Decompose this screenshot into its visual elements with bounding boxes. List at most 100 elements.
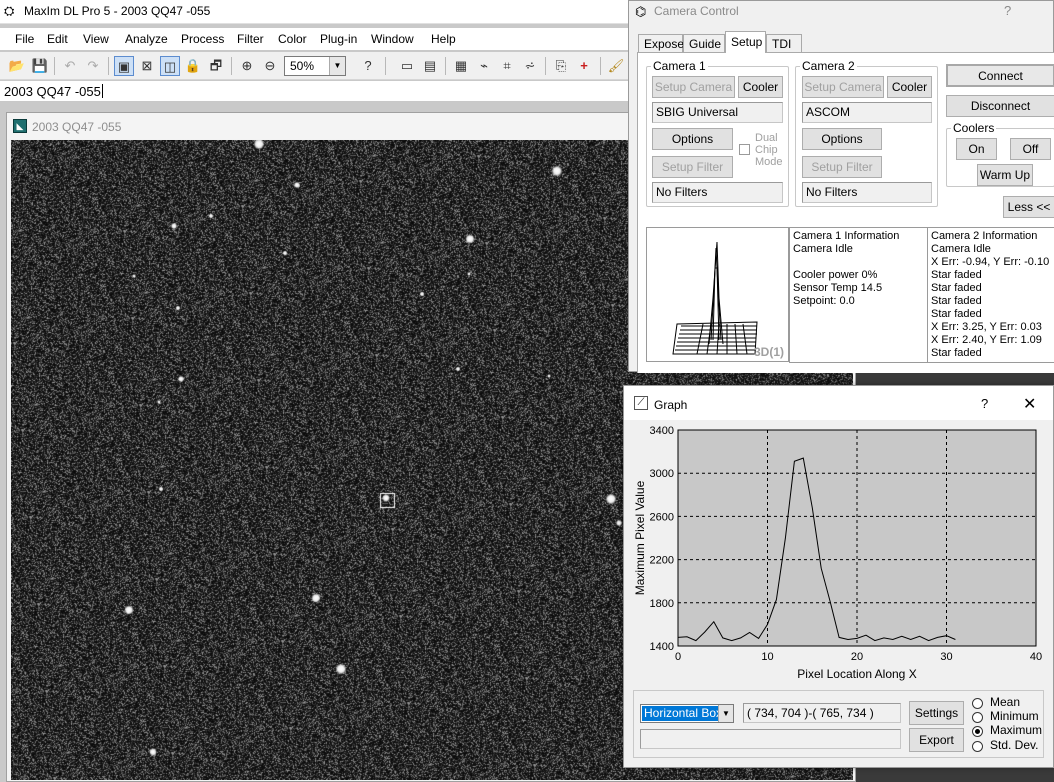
- zoom-dropdown[interactable]: 50% ▼: [284, 56, 346, 76]
- chevron-down-icon: ▼: [329, 57, 345, 75]
- camera2-info-box: Camera 2 Information Camera Idle X Err: …: [927, 227, 1054, 363]
- stat-maximum-label: Maximum: [990, 723, 1043, 737]
- ruler-icon[interactable]: ▭: [397, 56, 417, 76]
- camera2-setup-camera-button[interactable]: Setup Camera: [802, 76, 884, 98]
- camera2-setup-filter-button[interactable]: Setup Filter: [802, 156, 882, 178]
- warm-up-button[interactable]: Warm Up: [977, 164, 1033, 186]
- tab-expose[interactable]: Expose: [638, 34, 684, 53]
- star-3d-preview[interactable]: 3D(1): [646, 227, 789, 362]
- x-tick-label: 0: [675, 651, 681, 663]
- tab-guide[interactable]: Guide: [683, 34, 725, 53]
- camera2-filters-field[interactable]: No Filters: [802, 182, 932, 203]
- camera1-options-button[interactable]: Options: [652, 128, 733, 150]
- zoom-in-icon[interactable]: ⊕: [237, 56, 257, 76]
- camera-control-window: ⌬ Camera Control ? Expose Guide Setup TD…: [628, 0, 1054, 373]
- tab-tdi[interactable]: TDI: [766, 34, 802, 53]
- camera1-setup-filter-button[interactable]: Setup Filter: [652, 156, 733, 178]
- coolers-legend: Coolers: [953, 121, 995, 135]
- coolers-off-button[interactable]: Off: [1010, 138, 1051, 160]
- mode-dropdown[interactable]: Horizontal Box ▼: [640, 704, 734, 723]
- connect-button[interactable]: Connect: [946, 64, 1054, 87]
- image-window-title: 2003 QQ47 -055: [32, 120, 122, 134]
- menu-view[interactable]: View: [83, 32, 109, 46]
- menu-window[interactable]: Window: [371, 32, 414, 46]
- disconnect-button[interactable]: Disconnect: [946, 95, 1054, 117]
- open-folder-icon[interactable]: 📂: [7, 56, 27, 76]
- camera2-model-field[interactable]: ASCOM: [802, 102, 932, 123]
- camera1-setup-camera-button[interactable]: Setup Camera: [652, 76, 735, 98]
- camera1-model-field[interactable]: SBIG Universal: [652, 102, 783, 123]
- y-tick-label: 3400: [650, 425, 674, 437]
- x-tick-label: 10: [761, 651, 773, 663]
- x-tick-label: 20: [851, 651, 863, 663]
- tab-setup[interactable]: Setup: [725, 31, 766, 53]
- coolers-on-button[interactable]: On: [956, 138, 997, 160]
- stat-minimum-radio[interactable]: [972, 712, 983, 723]
- telescope-icon[interactable]: ⌁: [474, 56, 494, 76]
- camera-control-titlebar[interactable]: ⌬ Camera Control ?: [629, 1, 1053, 23]
- stat-mean-label: Mean: [990, 695, 1021, 709]
- stat-stddev-radio[interactable]: [972, 741, 983, 752]
- menu-help[interactable]: Help: [431, 32, 456, 46]
- focuser-icon[interactable]: ⌗: [497, 56, 517, 76]
- graph-icon: ⟋: [634, 396, 648, 410]
- settings-button[interactable]: Settings: [909, 701, 964, 725]
- menu-color[interactable]: Color: [278, 32, 307, 46]
- chevron-down-icon: ▼: [718, 705, 733, 722]
- camera1-cooler-button[interactable]: Cooler: [738, 76, 783, 98]
- graph-title: Graph: [654, 398, 688, 412]
- add-cross-icon[interactable]: +: [574, 56, 594, 76]
- y-tick-label: 1400: [650, 641, 674, 653]
- star-profile-3d-icon: 3D(1): [672, 241, 784, 359]
- less-button[interactable]: Less <<: [1003, 196, 1054, 218]
- zoom-value: 50%: [290, 59, 315, 73]
- stat-stddev-label: Std. Dev.: [990, 738, 1039, 752]
- close-icon[interactable]: ✕: [1023, 394, 1036, 414]
- range-field[interactable]: ( 734, 704 )-( 765, 734 ): [743, 703, 901, 723]
- menu-process[interactable]: Process: [181, 32, 224, 46]
- camera1-legend: Camera 1: [653, 59, 706, 73]
- graph-window: ⟋ Graph ? ✕ 0 10 20 30 40 1400 1800 2200 2600 300…: [623, 385, 1054, 768]
- camera1-info-box: Camera 1 Information Camera Idle Cooler …: [789, 227, 931, 363]
- save-icon[interactable]: 💾: [30, 56, 50, 76]
- graph-view-icon[interactable]: ◫: [160, 56, 180, 76]
- export-button[interactable]: Export: [909, 728, 964, 752]
- context-help-icon[interactable]: ?: [358, 56, 378, 76]
- status-field: [640, 729, 901, 749]
- graph-titlebar[interactable]: ⟋ Graph ? ✕: [624, 386, 1053, 420]
- redo-icon[interactable]: ↷: [83, 56, 103, 76]
- menu-analyze[interactable]: Analyze: [125, 32, 168, 46]
- brush-icon[interactable]: 🖌: [606, 56, 626, 76]
- stack-icon[interactable]: ▤: [420, 56, 440, 76]
- menubar: File Edit View Analyze Process Filter Co…: [0, 28, 632, 50]
- undo-icon[interactable]: ↶: [60, 56, 80, 76]
- crosshair-view-icon[interactable]: ⊠: [137, 56, 157, 76]
- camera2-options-button[interactable]: Options: [802, 128, 882, 150]
- setup-tab-panel: Camera 1 Setup Camera Cooler SBIG Univer…: [637, 52, 1054, 373]
- help-icon[interactable]: ?: [981, 396, 988, 411]
- camera-control-icon[interactable]: ▦: [451, 56, 471, 76]
- stat-maximum-radio[interactable]: [972, 726, 983, 737]
- stat-mean-radio[interactable]: [972, 698, 983, 709]
- zoom-out-icon[interactable]: ⊖: [260, 56, 280, 76]
- y-tick-label: 3000: [650, 468, 674, 480]
- menu-filter[interactable]: Filter: [237, 32, 264, 46]
- y-tick-label: 2200: [650, 555, 674, 567]
- camera1-filters-field[interactable]: No Filters: [652, 182, 783, 203]
- document-strip: 2003 QQ47 -055: [0, 81, 632, 102]
- lock-icon[interactable]: 🔒: [183, 56, 203, 76]
- app-titlebar: ⛭ MaxIm DL Pro 5 - 2003 QQ47 -055: [0, 0, 632, 24]
- menu-edit[interactable]: Edit: [47, 32, 68, 46]
- info-window-icon[interactable]: 🗗: [206, 56, 226, 76]
- y-tick-label: 2600: [650, 511, 674, 523]
- dual-chip-mode-checkbox[interactable]: [739, 144, 750, 155]
- mount-icon[interactable]: ⩫: [520, 56, 540, 76]
- image-view-icon[interactable]: ▣: [114, 56, 134, 76]
- y-tick-label: 1800: [650, 598, 674, 610]
- help-icon[interactable]: ?: [1004, 3, 1011, 18]
- copy-icon[interactable]: ⎘: [551, 56, 571, 76]
- document-label: 2003 QQ47 -055: [4, 84, 101, 99]
- menu-plugin[interactable]: Plug-in: [320, 32, 357, 46]
- menu-file[interactable]: File: [15, 32, 34, 46]
- camera2-cooler-button[interactable]: Cooler: [887, 76, 932, 98]
